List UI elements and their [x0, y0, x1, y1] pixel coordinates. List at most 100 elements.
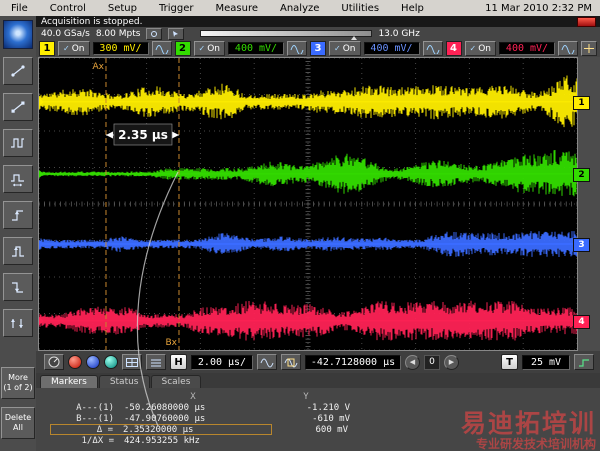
timebase-scale-display[interactable]: 2.00 µs/: [191, 354, 253, 370]
trigger-edge-icon[interactable]: [574, 354, 594, 370]
channel-1-controls: 1 ✓ On 300 mV/: [39, 41, 172, 56]
menu-utilities[interactable]: Utilities: [330, 2, 390, 15]
timebase-position-display[interactable]: -42.7128000 µs: [305, 354, 401, 370]
marker-blue-button[interactable]: [86, 355, 100, 369]
channel-3-button[interactable]: 3: [310, 41, 326, 56]
menu-help[interactable]: Help: [390, 2, 435, 15]
channel-1-scale-icon[interactable]: [151, 41, 172, 56]
edge-either-icon[interactable]: [3, 309, 33, 337]
touch-icon[interactable]: [146, 27, 163, 40]
menu-file[interactable]: File: [0, 2, 39, 15]
bandwidth-slider[interactable]: [200, 30, 373, 40]
menu-analyze[interactable]: Analyze: [269, 2, 330, 15]
column-x-header: X: [190, 391, 196, 402]
left-toolbar: More (1 of 2) Delete All: [0, 16, 36, 451]
memory-depth-label: 8.00 Mpts: [95, 28, 141, 39]
tab-status[interactable]: Status: [98, 375, 150, 388]
channel-3-badge[interactable]: 3: [573, 238, 590, 252]
edge-falling-icon[interactable]: [3, 273, 33, 301]
menu-setup[interactable]: Setup: [97, 2, 148, 15]
delta-x: 2.35320000 µs: [123, 424, 194, 435]
check-icon: ✓: [469, 44, 477, 53]
check-icon: ✓: [63, 44, 70, 53]
pointer-icon[interactable]: [168, 27, 185, 40]
delta-y: 600 mV: [315, 424, 348, 435]
channel-1-scale-display[interactable]: 300 mV/: [92, 42, 149, 55]
column-y-header: Y: [303, 391, 309, 402]
position-zero-button[interactable]: 0: [424, 354, 440, 370]
svg-text:Ax: Ax: [92, 62, 104, 72]
sampling-status-bar: 40.0 GSa/s 8.00 Mpts 13.0 GHz: [36, 27, 600, 40]
waveform-canvas[interactable]: Ax Bx 2.35 µs: [39, 58, 577, 350]
acquisition-status-bar: Acquisition is stopped.: [36, 16, 600, 27]
delay-knob-icon[interactable]: [44, 354, 64, 370]
delta-highlight-box: Δ = 2.35320000 µs: [50, 424, 272, 435]
channel-3-ground-icon: [39, 240, 44, 248]
scope-logo-icon[interactable]: [3, 20, 33, 49]
zoom-window-icon[interactable]: [281, 354, 301, 370]
marker-a-row: A---(1) -50.26080000 µs -1.210 V: [50, 402, 600, 413]
menu-measure[interactable]: Measure: [205, 2, 270, 15]
acquisition-stop-button[interactable]: [577, 16, 596, 27]
trigger-button[interactable]: T: [501, 354, 518, 370]
channel-2-scale-display[interactable]: 400 mV/: [228, 42, 284, 55]
cursor-icon[interactable]: [581, 41, 597, 56]
svg-text:Bx: Bx: [165, 338, 177, 348]
channel-2-on-button[interactable]: ✓ On: [193, 41, 225, 56]
more-button[interactable]: More (1 of 2): [1, 367, 35, 399]
channel-1-on-button[interactable]: ✓ On: [58, 41, 90, 56]
channel-3-on-button[interactable]: ✓ On: [329, 41, 361, 56]
channel-4-button[interactable]: 4: [445, 41, 462, 56]
channel-2-button[interactable]: 2: [174, 41, 191, 56]
channel-4-ground-icon: [39, 317, 44, 325]
channel-4-scale-display[interactable]: 400 mV/: [499, 42, 555, 55]
tab-markers[interactable]: Markers: [40, 375, 98, 388]
layers-icon[interactable]: [146, 354, 166, 370]
channel-2-badge[interactable]: 2: [573, 168, 590, 182]
menu-control[interactable]: Control: [39, 2, 97, 15]
channel-4-on-button[interactable]: ✓ On: [464, 41, 496, 56]
tab-scales[interactable]: Scales: [150, 375, 202, 388]
channel-3-scale-icon[interactable]: [422, 41, 443, 56]
edge-single-icon[interactable]: [3, 237, 33, 265]
markers-header-row: X Y: [50, 391, 600, 402]
edge-rising-icon[interactable]: [3, 201, 33, 229]
delete-all-button[interactable]: Delete All: [1, 407, 35, 439]
channel-4-scale-icon[interactable]: [558, 41, 578, 56]
measure-points-icon[interactable]: [3, 93, 33, 121]
pulse-icon[interactable]: [3, 129, 33, 157]
marker-b-x: -47.90760000 µs: [124, 413, 206, 424]
channel-4-badge[interactable]: 4: [573, 315, 590, 329]
channel-1-button[interactable]: 1: [39, 41, 55, 56]
horizontal-toolbar: H 2.00 µs/ -42.7128000 µs ◀ 0 ▶ T 25 mV: [36, 351, 600, 373]
tab-bar: Markers Status Scales: [36, 373, 600, 388]
pulse-width-icon[interactable]: [3, 165, 33, 193]
marker-b-y: -610 mV: [312, 413, 350, 424]
channel-bar: 1 ✓ On 300 mV/ 2 ✓ On 400 mV/ 3 ✓ On 400 mV…: [36, 40, 600, 57]
delta-label: Δ =: [96, 424, 113, 435]
inverse-delta-x: 424.953255 kHz: [124, 435, 200, 446]
marker-red-button[interactable]: [68, 355, 82, 369]
grid-icon[interactable]: [122, 354, 142, 370]
channel-2-ground-icon: [39, 170, 44, 178]
markers-panel: X Y A---(1) -50.26080000 µs -1.210 V B--…: [36, 388, 600, 451]
position-right-button[interactable]: ▶: [444, 354, 459, 370]
zoom-sine-icon[interactable]: [257, 354, 277, 370]
delete-label: Delete: [4, 413, 32, 422]
menu-trigger[interactable]: Trigger: [148, 2, 205, 15]
channel-1-badge[interactable]: 1: [573, 96, 590, 110]
horizontal-button[interactable]: H: [170, 354, 187, 370]
datetime-label: 11 Mar 2010 2:32 PM: [485, 2, 592, 14]
measure-diagonal-icon[interactable]: [3, 57, 33, 85]
inverse-delta-label: 1/ΔX =: [81, 435, 114, 446]
channel-2-controls: 2 ✓ On 400 mV/: [174, 41, 307, 56]
bandwidth-label: 13.0 GHz: [378, 28, 420, 39]
channel-3-scale-display[interactable]: 400 mV/: [363, 42, 420, 55]
marker-teal-button[interactable]: [104, 355, 118, 369]
trigger-level-display[interactable]: 25 mV: [522, 354, 570, 370]
position-left-button[interactable]: ◀: [405, 354, 420, 370]
marker-a-label: A---(1): [76, 402, 114, 413]
more-label: More: [8, 373, 28, 382]
marker-b-label: B---(1): [76, 413, 114, 424]
channel-2-scale-icon[interactable]: [287, 41, 307, 56]
